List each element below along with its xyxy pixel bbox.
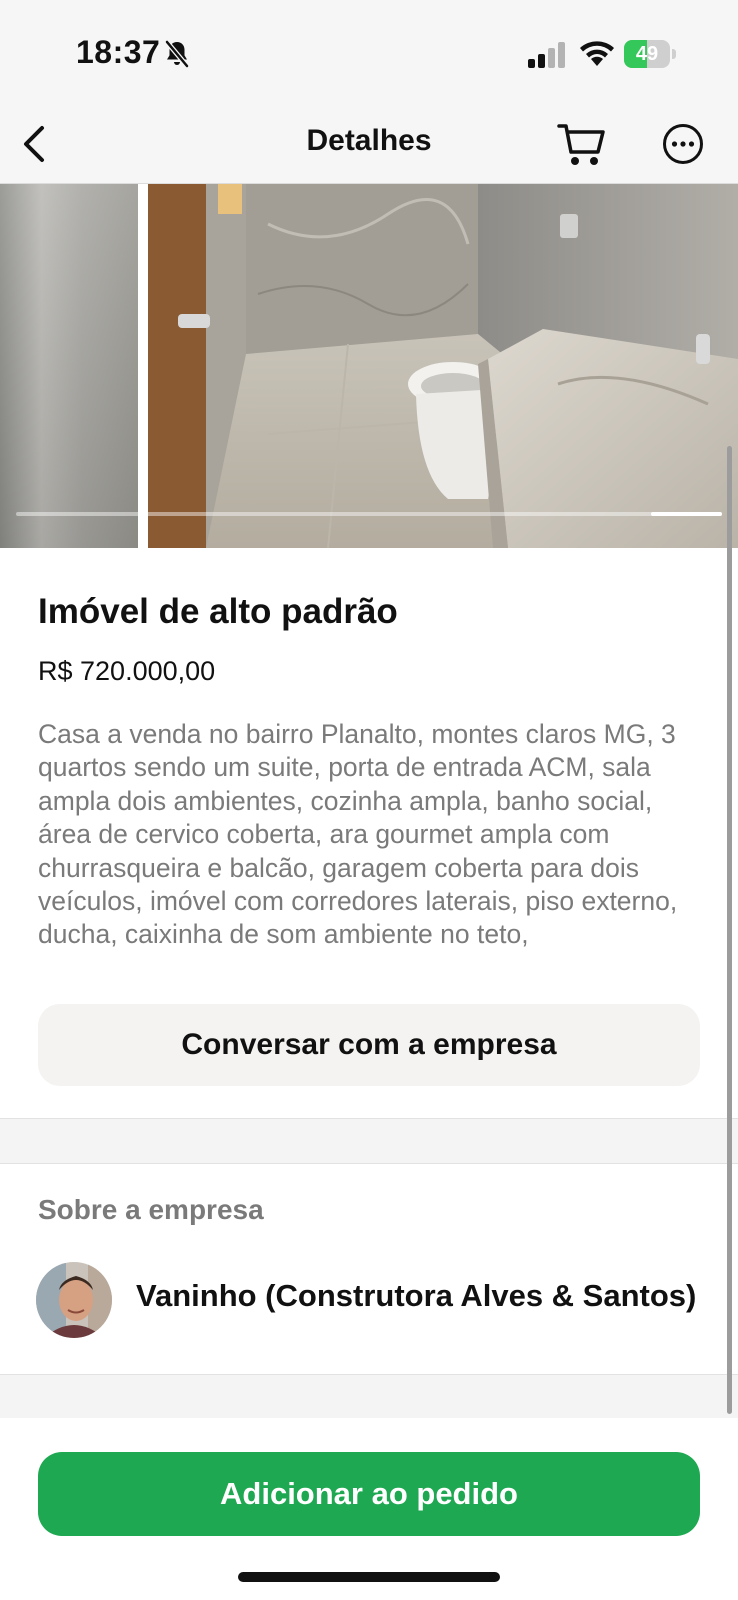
product-price: R$ 720.000,00 (38, 656, 216, 686)
gallery-image-previous[interactable] (0, 184, 138, 548)
signal-icon (528, 42, 565, 68)
gallery-progress-track (16, 512, 722, 516)
battery-icon: 49 (624, 40, 676, 68)
avatar (36, 1262, 112, 1338)
home-indicator[interactable] (238, 1572, 500, 1582)
battery-level: 49 (635, 43, 659, 65)
image-gallery[interactable] (0, 184, 738, 548)
section-divider-bottom (0, 1374, 738, 1418)
cart-button[interactable] (556, 118, 608, 170)
product-description[interactable]: Casa a venda no bairro Planalto, montes … (38, 718, 706, 958)
gallery-progress-indicator (651, 512, 722, 516)
gallery-gap (138, 184, 148, 548)
scrollbar[interactable] (727, 446, 732, 1414)
section-divider (0, 1118, 738, 1164)
status-bar: 18:37 49 (0, 0, 738, 104)
company-name[interactable]: Vaninho (Construtora Alves & Santos) (136, 1278, 696, 1314)
add-to-order-button[interactable]: Adicionar ao pedido (38, 1452, 700, 1536)
page-title: Detalhes (306, 124, 432, 157)
bell-off-icon (165, 40, 189, 68)
product-title: Imóvel de alto padrão (38, 592, 398, 631)
more-options-button[interactable] (660, 118, 706, 170)
nav-bar: Detalhes (0, 104, 738, 184)
status-time: 18:37 (76, 34, 161, 70)
about-company-heading: Sobre a empresa (38, 1194, 264, 1225)
more-icon (663, 124, 703, 164)
gallery-image-bathroom[interactable] (148, 184, 738, 548)
chat-with-company-button[interactable]: Conversar com a empresa (38, 1004, 700, 1086)
wifi-icon (580, 41, 614, 66)
company-row[interactable]: Vaninho (Construtora Alves & Santos) (0, 1256, 738, 1342)
cart-icon (557, 124, 605, 165)
